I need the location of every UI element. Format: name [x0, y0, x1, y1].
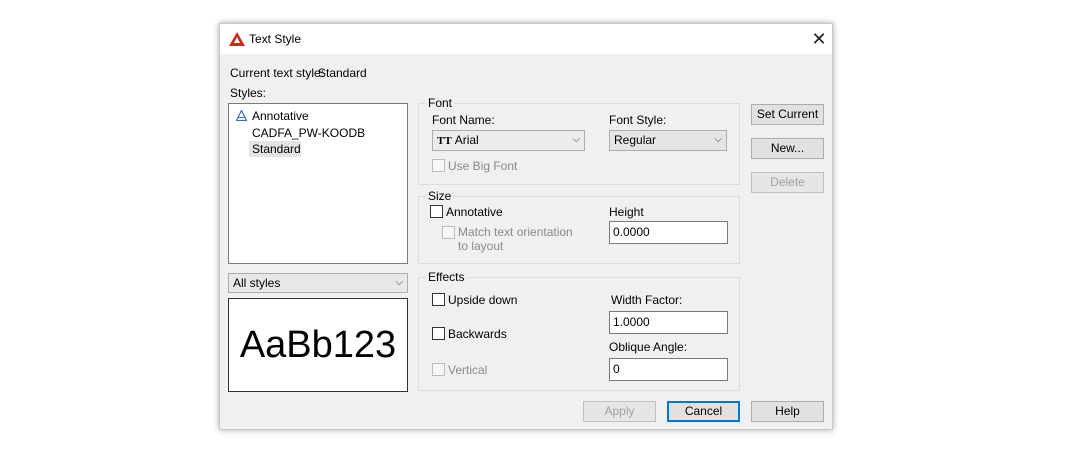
height-label: Height — [609, 205, 644, 219]
font-group-title: Font — [426, 96, 455, 110]
effects-group-title: Effects — [426, 270, 467, 284]
autocad-app-icon — [229, 32, 245, 46]
backwards-label: Backwards — [448, 327, 507, 341]
annotative-checkbox[interactable] — [430, 205, 443, 218]
size-group-title: Size — [426, 189, 454, 203]
new-button[interactable]: New... — [751, 138, 824, 159]
match-orientation-label-line2: to layout — [458, 239, 504, 253]
height-value: 0.0000 — [613, 225, 650, 239]
vertical-checkbox[interactable] — [432, 363, 445, 376]
style-preview: AaBb123 — [228, 298, 408, 392]
height-input[interactable]: 0.0000 — [609, 221, 728, 244]
font-style-label: Font Style: — [609, 113, 667, 127]
cancel-button[interactable]: Cancel — [667, 401, 740, 422]
font-style-value: Regular — [614, 133, 657, 147]
chevron-down-icon: ⌵ — [572, 134, 580, 145]
filter-value: All styles — [233, 276, 281, 290]
apply-button[interactable]: Apply — [583, 401, 656, 422]
use-big-font-checkbox[interactable] — [432, 159, 445, 172]
use-big-font-label: Use Big Font — [448, 159, 518, 173]
style-item-label: Standard — [252, 142, 301, 156]
oblique-angle-input[interactable]: 0 — [609, 358, 728, 381]
style-list-item-selected[interactable]: Standard — [249, 141, 301, 157]
upside-down-label: Upside down — [448, 293, 518, 307]
chevron-down-icon: ⌵ — [395, 277, 403, 288]
chevron-down-icon: ⌵ — [714, 134, 722, 145]
styles-filter-dropdown[interactable]: All styles ⌵ — [228, 273, 408, 293]
match-orientation-checkbox[interactable] — [442, 226, 455, 239]
truetype-font-icon: TT — [437, 135, 452, 147]
upside-down-checkbox[interactable] — [432, 293, 445, 306]
oblique-angle-value: 0 — [613, 362, 620, 376]
title-bar: Text Style ✕ — [220, 24, 832, 54]
annotative-icon — [236, 110, 247, 121]
style-list-item[interactable]: Annotative — [235, 108, 405, 124]
close-button[interactable]: ✕ — [810, 30, 828, 48]
oblique-angle-label: Oblique Angle: — [609, 340, 688, 354]
width-factor-value: 1.0000 — [613, 315, 650, 329]
set-current-button[interactable]: Set Current — [751, 104, 824, 125]
font-name-dropdown[interactable]: TT Arial ⌵ — [432, 130, 585, 151]
window-title: Text Style — [249, 32, 302, 46]
current-style-value: Standard — [318, 66, 367, 80]
style-list-item[interactable]: CADFA_PW-KOODB — [235, 125, 405, 141]
preview-text: AaBb123 — [239, 324, 397, 366]
help-button[interactable]: Help — [751, 401, 824, 422]
width-factor-label: Width Factor: — [611, 293, 683, 307]
font-name-value: Arial — [454, 133, 479, 147]
annotative-label: Annotative — [446, 205, 503, 219]
text-style-dialog: Text Style ✕ Current text style: Standar… — [219, 23, 833, 430]
font-style-dropdown[interactable]: Regular ⌵ — [609, 130, 727, 151]
current-style-label: Current text style: — [230, 66, 325, 80]
backwards-checkbox[interactable] — [432, 327, 445, 340]
match-orientation-label-line1: Match text orientation — [458, 225, 573, 239]
delete-button[interactable]: Delete — [751, 172, 824, 193]
font-name-label: Font Name: — [432, 113, 495, 127]
style-item-label: CADFA_PW-KOODB — [252, 126, 366, 140]
vertical-label: Vertical — [448, 363, 488, 377]
width-factor-input[interactable]: 1.0000 — [609, 311, 728, 334]
styles-listbox[interactable]: Annotative CADFA_PW-KOODB Standard — [228, 103, 408, 264]
style-item-label: Annotative — [252, 109, 309, 123]
styles-label: Styles: — [230, 86, 267, 100]
